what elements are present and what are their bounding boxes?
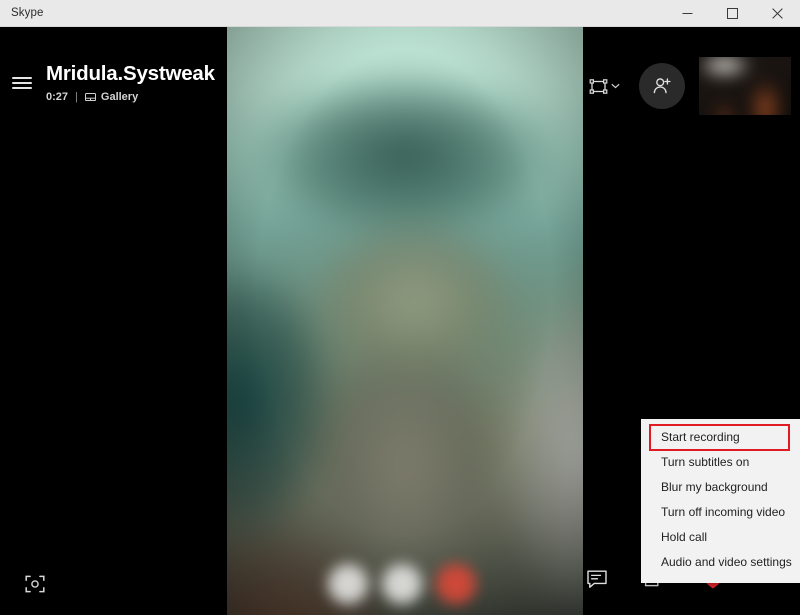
add-person-icon — [653, 78, 671, 94]
call-duration: 0:27 — [46, 90, 69, 103]
chevron-down-icon — [611, 83, 620, 89]
minimize-icon — [682, 12, 693, 14]
self-view-thumbnail[interactable] — [699, 57, 791, 115]
call-header-left: Mridula.Systweak 0:27 | Gallery — [0, 61, 215, 105]
microphone-toggle-button[interactable] — [328, 564, 368, 604]
close-icon — [772, 7, 783, 19]
status-separator: | — [75, 90, 78, 103]
menu-item-blur-my-background[interactable]: Blur my background — [641, 475, 800, 500]
video-toggle-button[interactable] — [382, 564, 422, 604]
gallery-icon — [84, 92, 96, 102]
layout-mode-label: Gallery — [100, 90, 139, 103]
window-controls — [665, 0, 800, 26]
call-status-line: 0:27 | Gallery — [46, 91, 215, 103]
snapshot-button[interactable] — [13, 562, 57, 606]
chat-button[interactable] — [580, 562, 614, 596]
chat-icon — [587, 570, 607, 588]
frame-layout-icon — [589, 78, 608, 94]
end-call-button[interactable] — [436, 564, 476, 604]
maximize-icon — [727, 7, 738, 19]
remote-video-vignette — [227, 27, 583, 615]
add-person-button[interactable] — [639, 63, 685, 109]
hamburger-icon — [12, 74, 32, 92]
more-options-context-menu: Start recording Turn subtitles on Blur m… — [641, 419, 800, 583]
menu-item-turn-off-incoming-video[interactable]: Turn off incoming video — [641, 500, 800, 525]
layout-switch-button[interactable] — [583, 70, 626, 103]
window-titlebar: Skype — [0, 0, 800, 27]
call-header-text: Mridula.Systweak 0:27 | Gallery — [46, 61, 215, 103]
menu-item-turn-subtitles-on[interactable]: Turn subtitles on — [641, 450, 800, 475]
close-button[interactable] — [755, 0, 800, 26]
menu-item-hold-call[interactable]: Hold call — [641, 525, 800, 550]
remote-video-feed[interactable] — [227, 27, 583, 615]
skype-window: Skype Mridula.Systweak 0:27 | Gallery St… — [0, 0, 800, 615]
menu-item-audio-and-video-settings[interactable]: Audio and video settings — [641, 550, 800, 575]
call-stage: Mridula.Systweak 0:27 | Gallery Start re… — [0, 27, 800, 615]
contact-name: Mridula.Systweak — [46, 62, 215, 85]
app-title: Skype — [11, 7, 44, 19]
minimize-button[interactable] — [665, 0, 710, 26]
hamburger-menu-button[interactable] — [0, 61, 44, 105]
call-control-cluster — [320, 553, 508, 615]
self-view-image — [699, 57, 791, 115]
menu-item-start-recording[interactable]: Start recording — [649, 424, 790, 451]
snapshot-icon — [25, 575, 45, 593]
call-header-right — [583, 57, 800, 115]
maximize-button[interactable] — [710, 0, 755, 26]
